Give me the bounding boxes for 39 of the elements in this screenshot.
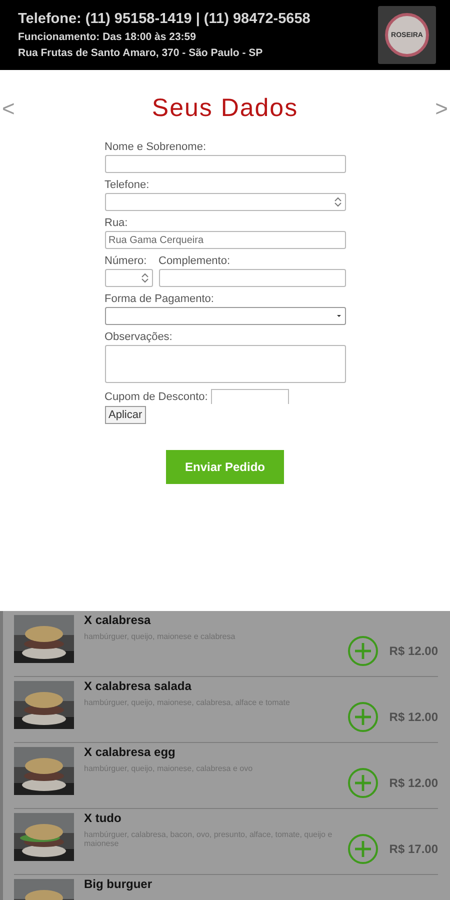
- field-label: Rua:: [104, 217, 129, 229]
- field-label: Complemento:: [158, 255, 232, 267]
- spinner-icon[interactable]: [334, 196, 342, 208]
- input-field[interactable]: [158, 269, 346, 287]
- item-name: X tudo: [84, 811, 122, 825]
- next-button[interactable]: >: [433, 96, 450, 122]
- previous-button[interactable]: <: [0, 96, 17, 122]
- apply-button[interactable]: Aplicar: [104, 406, 146, 424]
- add-icon[interactable]: [347, 833, 380, 865]
- item-price: R$ 12.00: [389, 710, 438, 724]
- field-label: Cupom de Desconto:: [104, 390, 208, 402]
- text-area[interactable]: [104, 345, 346, 383]
- item-price: R$ 12.00: [389, 644, 438, 658]
- add-icon[interactable]: [347, 635, 380, 667]
- field-label: Número:: [104, 255, 148, 267]
- field-label: Nome e Sobrenome:: [104, 141, 207, 153]
- hours-text: Funcionamento: Das 18:00 às 23:59: [18, 31, 197, 43]
- submit-button[interactable]: Enviar Pedido: [166, 450, 284, 484]
- input-field[interactable]: [210, 389, 289, 404]
- modal-title: Seus Dados: [152, 94, 298, 123]
- field-label: Forma de Pagamento:: [104, 293, 215, 305]
- address-text: Rua Frutas de Santo Amaro, 370 - São Paulo - SP: [18, 47, 264, 59]
- field-label: Observações:: [104, 331, 174, 343]
- item-price: R$ 12.00: [389, 776, 438, 790]
- phone-text: Telefone: (11) 95158-1419 | (11) 98472-5658: [18, 11, 310, 27]
- input-field[interactable]: [104, 193, 346, 211]
- add-icon[interactable]: [347, 767, 380, 799]
- item-name: X calabresa: [84, 613, 152, 627]
- dropdown-field[interactable]: [104, 307, 346, 325]
- field-label: Telefone:: [104, 179, 150, 191]
- add-icon[interactable]: [347, 701, 380, 733]
- input-field[interactable]: [104, 269, 152, 287]
- spinner-icon[interactable]: [140, 272, 148, 284]
- input-field[interactable]: [104, 155, 346, 173]
- item-price: R$ 17.00: [389, 842, 438, 856]
- item-name: X calabresa egg: [84, 745, 176, 759]
- item-name: Big burguer: [84, 877, 153, 891]
- item-name: X calabresa salada: [84, 679, 192, 693]
- input-field[interactable]: Rua Gama Cerqueira: [104, 231, 346, 249]
